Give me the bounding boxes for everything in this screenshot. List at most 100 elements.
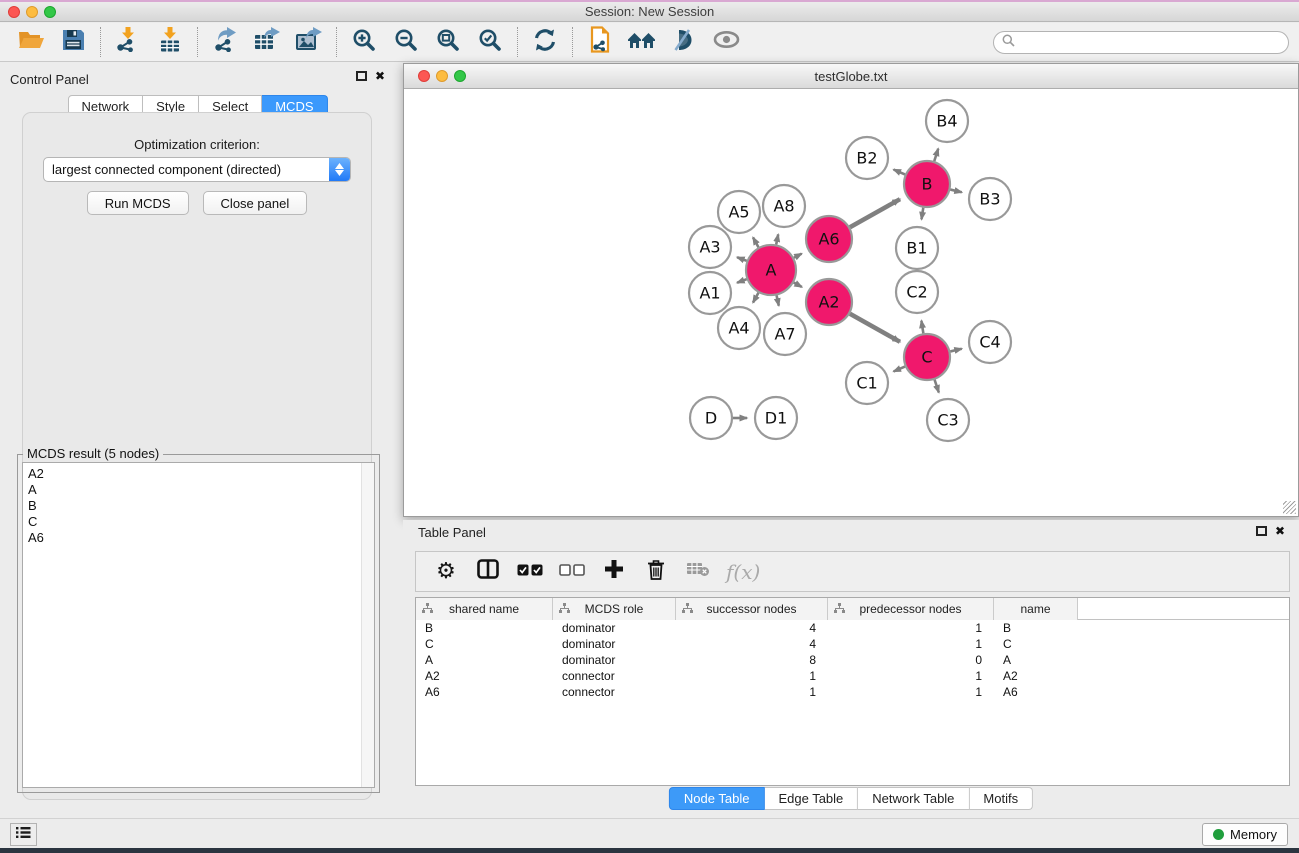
network-canvas[interactable]: AA6A2BCA1A3A4A5A7A8B1B2B3B4C1C2C3C4DD1	[404, 90, 1298, 516]
cell-shared-name[interactable]: A6	[416, 684, 553, 700]
edge-C-C4[interactable]	[950, 349, 961, 352]
network-graph[interactable]: AA6A2BCA1A3A4A5A7A8B1B2B3B4C1C2C3C4DD1	[404, 90, 1298, 516]
result-item-a6[interactable]: A6	[23, 530, 374, 546]
tab-motifs[interactable]: Motifs	[969, 787, 1033, 810]
edge-A-A7[interactable]	[777, 295, 779, 305]
run-mcds-button[interactable]: Run MCDS	[87, 191, 189, 215]
edge-A-A2[interactable]	[794, 283, 802, 287]
cell-successor-nodes[interactable]: 8	[676, 652, 828, 668]
app-titlebar[interactable]: Session: New Session	[0, 2, 1299, 22]
cell-name[interactable]: B	[994, 620, 1078, 636]
edge-A6-B[interactable]	[850, 199, 900, 227]
resize-grip[interactable]	[1283, 501, 1296, 514]
cell-predecessor-nodes[interactable]: 0	[828, 652, 994, 668]
cell-shared-name[interactable]: A	[416, 652, 553, 668]
tab-network-table[interactable]: Network Table	[858, 787, 969, 810]
edge-B-B1[interactable]	[921, 208, 923, 220]
cell-successor-nodes[interactable]: 1	[676, 668, 828, 684]
edge-A-A1[interactable]	[737, 279, 747, 283]
edge-A2-C[interactable]	[850, 314, 900, 342]
cell-shared-name[interactable]: A2	[416, 668, 553, 684]
cell-predecessor-nodes[interactable]: 1	[828, 620, 994, 636]
close-window-button[interactable]	[8, 6, 20, 18]
edge-A-A3[interactable]	[737, 257, 747, 261]
cell-mcds-role[interactable]: dominator	[553, 620, 676, 636]
tab-edge-table[interactable]: Edge Table	[764, 787, 858, 810]
table-row[interactable]: A6connector11A6	[416, 684, 1289, 700]
cell-successor-nodes[interactable]: 1	[676, 684, 828, 700]
search-field[interactable]	[993, 31, 1289, 54]
select-all-button[interactable]	[516, 557, 544, 587]
edge-B-B3[interactable]	[950, 190, 961, 193]
tab-node-table[interactable]: Node Table	[669, 787, 765, 810]
task-history-button[interactable]	[10, 823, 37, 846]
network-zoom-button[interactable]	[454, 70, 466, 82]
result-scrollbar[interactable]	[361, 463, 374, 787]
refresh-view-button[interactable]	[524, 25, 566, 59]
create-column-button[interactable]	[600, 557, 628, 587]
column-header-mcds-role[interactable]: MCDS role	[553, 598, 676, 620]
delete-column-button[interactable]	[642, 557, 670, 587]
edge-A-A6[interactable]	[794, 254, 802, 258]
edge-C-C1[interactable]	[894, 367, 905, 372]
cell-mcds-role[interactable]: dominator	[553, 636, 676, 652]
zoom-in-button[interactable]	[343, 25, 385, 59]
zoom-out-button[interactable]	[385, 25, 427, 59]
mcds-result-list[interactable]: A2ABCA6	[22, 462, 375, 788]
export-table-button[interactable]	[246, 25, 288, 59]
cell-mcds-role[interactable]: connector	[553, 684, 676, 700]
result-item-a2[interactable]: A2	[23, 466, 374, 482]
zoom-fit-button[interactable]	[427, 25, 469, 59]
zoom-window-button[interactable]	[44, 6, 56, 18]
close-panel-button[interactable]: Close panel	[203, 191, 308, 215]
new-network-from-file-button[interactable]	[579, 25, 621, 59]
result-item-a[interactable]: A	[23, 482, 374, 498]
show-column-button[interactable]	[474, 557, 502, 587]
edge-B-B2[interactable]	[894, 170, 905, 175]
export-network-button[interactable]	[204, 25, 246, 59]
cell-successor-nodes[interactable]: 4	[676, 636, 828, 652]
zoom-selected-button[interactable]	[469, 25, 511, 59]
table-row[interactable]: Cdominator41C	[416, 636, 1289, 652]
home-layout-button[interactable]	[621, 25, 663, 59]
column-header-shared-name[interactable]: shared name	[416, 598, 553, 620]
cell-name[interactable]: A	[994, 652, 1078, 668]
float-table-panel-icon[interactable]	[1256, 526, 1267, 536]
cell-shared-name[interactable]: B	[416, 620, 553, 636]
cell-name[interactable]: C	[994, 636, 1078, 652]
cell-mcds-role[interactable]: dominator	[553, 652, 676, 668]
table-row[interactable]: A2connector11A2	[416, 668, 1289, 684]
show-graphics-details-button[interactable]	[705, 25, 747, 59]
import-table-button[interactable]	[149, 25, 191, 59]
cell-shared-name[interactable]: C	[416, 636, 553, 652]
result-item-b[interactable]: B	[23, 498, 374, 514]
close-table-panel-icon[interactable]: ✖	[1275, 525, 1285, 537]
export-image-button[interactable]	[288, 25, 330, 59]
cell-successor-nodes[interactable]: 4	[676, 620, 828, 636]
cell-name[interactable]: A2	[994, 668, 1078, 684]
column-header-successor-nodes[interactable]: successor nodes	[676, 598, 828, 620]
float-panel-icon[interactable]	[356, 71, 367, 81]
table-row[interactable]: Bdominator41B	[416, 620, 1289, 636]
edge-A-A8[interactable]	[776, 234, 778, 244]
search-input[interactable]	[1020, 34, 1288, 52]
table-row[interactable]: Adominator80A	[416, 652, 1289, 668]
table-settings-button[interactable]: ⚙	[432, 557, 460, 587]
function-builder-button[interactable]: f(x)	[726, 557, 760, 587]
minimize-window-button[interactable]	[26, 6, 38, 18]
edge-A-A5[interactable]	[753, 237, 758, 247]
result-item-c[interactable]: C	[23, 514, 374, 530]
hide-graphics-details-button[interactable]	[663, 25, 705, 59]
save-session-button[interactable]	[52, 25, 94, 59]
memory-button[interactable]: Memory	[1202, 823, 1288, 846]
column-header-predecessor-nodes[interactable]: predecessor nodes	[828, 598, 994, 620]
open-session-button[interactable]	[10, 25, 52, 59]
network-close-button[interactable]	[418, 70, 430, 82]
cell-predecessor-nodes[interactable]: 1	[828, 684, 994, 700]
delete-table-button[interactable]	[684, 557, 712, 587]
network-minimize-button[interactable]	[436, 70, 448, 82]
import-network-button[interactable]	[107, 25, 149, 59]
edge-C-C2[interactable]	[921, 321, 923, 334]
cell-predecessor-nodes[interactable]: 1	[828, 636, 994, 652]
network-view-window[interactable]: testGlobe.txt AA6A2BCA1A3A4A5A7A8B1B2B3B…	[403, 63, 1299, 517]
